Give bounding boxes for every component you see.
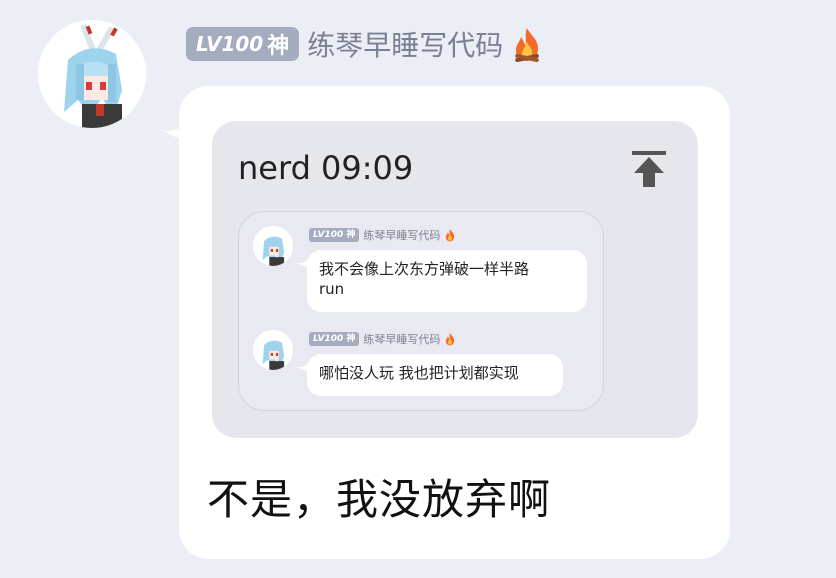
sender-name[interactable]: 练琴早睡写代码 <box>307 24 503 64</box>
quoted-bubble: 我不会像上次东方弹破一样半路 run <box>307 250 587 312</box>
quoted-text-line: run <box>319 280 345 298</box>
fire-icon <box>446 229 455 242</box>
quoted-text-line: 我不会像上次东方弹破一样半路 <box>319 260 530 278</box>
quoted-bubble: 哪怕没人玩 我也把计划都实现 <box>307 354 563 396</box>
message-text: 不是，我没放弃啊 <box>207 475 552 524</box>
level-title: 神 <box>267 34 290 59</box>
quoted-avatar <box>253 226 293 266</box>
quoted-header: LV100 神 练琴早睡写代码 <box>309 226 456 244</box>
fire-icon <box>515 28 540 62</box>
message-bubble[interactable]: nerd 09:09 LV100 神 练琴早睡写代码 我不会像上次东方弹破一样半… <box>179 86 730 559</box>
pixel-bunny-avatar-icon <box>253 330 293 370</box>
quoted-header: LV100 神 练琴早睡写代码 <box>309 330 456 348</box>
quoted-sender-name: 练琴早睡写代码 <box>363 229 441 242</box>
quoted-level-title: 神 <box>346 230 356 240</box>
forwarded-message-card[interactable]: nerd 09:09 LV100 神 练琴早睡写代码 我不会像上次东方弹破一样半… <box>212 121 698 438</box>
sender-avatar[interactable] <box>38 20 146 128</box>
sender-header: LV100 神 练琴早睡写代码 <box>186 24 543 64</box>
pin-top-icon[interactable] <box>630 149 670 189</box>
pixel-bunny-avatar-icon <box>38 20 146 128</box>
quoted-screenshot[interactable]: LV100 神 练琴早睡写代码 我不会像上次东方弹破一样半路 run LV100… <box>238 211 604 411</box>
quoted-level-prefix: LV100 <box>313 230 344 240</box>
fire-icon <box>446 333 455 346</box>
level-badge[interactable]: LV100 神 <box>186 27 300 61</box>
quoted-sender-name: 练琴早睡写代码 <box>363 333 441 346</box>
quoted-level-prefix: LV100 <box>313 334 344 344</box>
forward-card-title: nerd 09:09 <box>238 149 414 187</box>
quoted-text-line: 哪怕没人玩 我也把计划都实现 <box>319 364 519 382</box>
quoted-level-title: 神 <box>346 334 356 344</box>
level-prefix: LV100 <box>196 32 264 56</box>
quoted-avatar <box>253 330 293 370</box>
quoted-level-badge: LV100 神 <box>309 332 360 346</box>
quoted-level-badge: LV100 神 <box>309 228 360 242</box>
pixel-bunny-avatar-icon <box>253 226 293 266</box>
